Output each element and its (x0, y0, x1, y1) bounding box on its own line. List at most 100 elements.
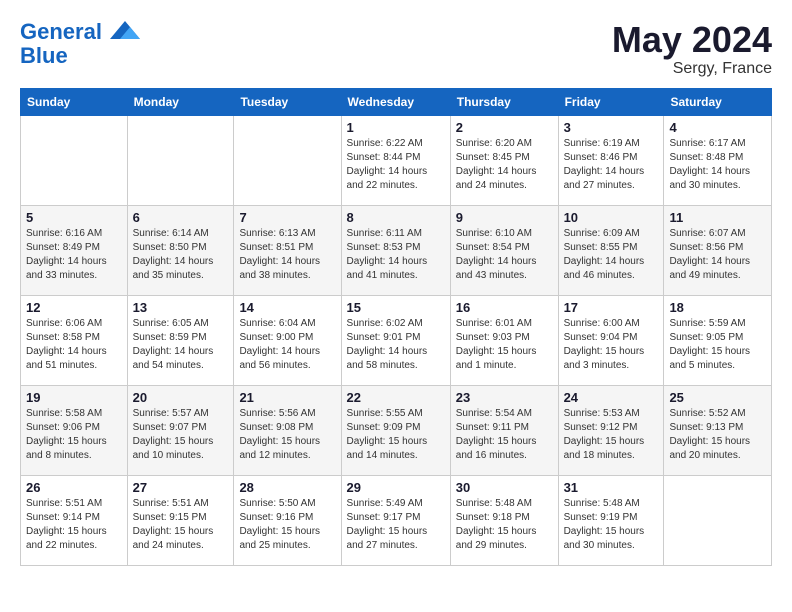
calendar-cell (234, 115, 341, 205)
weekday-header-row: SundayMondayTuesdayWednesdayThursdayFrid… (21, 88, 772, 115)
day-number: 23 (456, 390, 553, 405)
calendar-week-row: 1 Sunrise: 6:22 AMSunset: 8:44 PMDaylight… (21, 115, 772, 205)
day-number: 9 (456, 210, 553, 225)
calendar-cell: 17Sunrise: 6:00 AMSunset: 9:04 PMDayligh… (558, 295, 664, 385)
calendar-cell: 1 Sunrise: 6:22 AMSunset: 8:44 PMDaylight… (341, 115, 450, 205)
day-number: 8 (347, 210, 445, 225)
calendar-cell: 21Sunrise: 5:56 AMSunset: 9:08 PMDayligh… (234, 385, 341, 475)
calendar-cell: 29Sunrise: 5:49 AMSunset: 9:17 PMDayligh… (341, 475, 450, 565)
day-number: 12 (26, 300, 122, 315)
day-number: 28 (239, 480, 335, 495)
day-info: Sunrise: 6:07 AMSunset: 8:56 PMDaylight:… (669, 227, 766, 283)
day-number: 11 (669, 210, 766, 225)
day-number: 16 (456, 300, 553, 315)
calendar-cell: 24 Sunrise: 5:53 AMSunset: 9:12 PMDayligh… (558, 385, 664, 475)
day-info: Sunrise: 5:48 AMSunset: 9:18 PMDaylight:… (456, 497, 553, 553)
day-number: 4 (669, 120, 766, 135)
day-number: 2 (456, 120, 553, 135)
calendar-cell (21, 115, 128, 205)
day-info: Sunrise: 5:53 AMSunset: 9:12 PMDaylight:… (564, 407, 659, 463)
day-info: Sunrise: 6:16 AMSunset: 8:49 PMDaylight:… (26, 227, 122, 283)
month-title: May 2024 (612, 20, 772, 60)
day-number: 10 (564, 210, 659, 225)
calendar-cell: 14Sunrise: 6:04 AMSunset: 9:00 PMDayligh… (234, 295, 341, 385)
calendar-table: SundayMondayTuesdayWednesdayThursdayFrid… (20, 88, 772, 566)
day-number: 31 (564, 480, 659, 495)
calendar-cell: 15 Sunrise: 6:02 AMSunset: 9:01 PMDayligh… (341, 295, 450, 385)
day-info: Sunrise: 6:04 AMSunset: 9:00 PMDaylight:… (239, 317, 335, 373)
calendar-cell: 2 Sunrise: 6:20 AMSunset: 8:45 PMDaylight… (450, 115, 558, 205)
calendar-week-row: 5 Sunrise: 6:16 AMSunset: 8:49 PMDaylight… (21, 205, 772, 295)
day-number: 22 (347, 390, 445, 405)
day-info: Sunrise: 5:59 AMSunset: 9:05 PMDaylight:… (669, 317, 766, 373)
day-number: 5 (26, 210, 122, 225)
calendar-cell (664, 475, 772, 565)
calendar-cell: 4Sunrise: 6:17 AMSunset: 8:48 PMDaylight… (664, 115, 772, 205)
day-info: Sunrise: 5:51 AMSunset: 9:14 PMDaylight:… (26, 497, 122, 553)
calendar-cell: 22 Sunrise: 5:55 AMSunset: 9:09 PMDayligh… (341, 385, 450, 475)
day-info: Sunrise: 6:10 AMSunset: 8:54 PMDaylight:… (456, 227, 553, 283)
weekday-header-saturday: Saturday (664, 88, 772, 115)
logo-blue: Blue (20, 43, 68, 68)
day-info: Sunrise: 5:52 AMSunset: 9:13 PMDaylight:… (669, 407, 766, 463)
calendar-cell (127, 115, 234, 205)
day-info: Sunrise: 6:22 AMSunset: 8:44 PMDaylight:… (347, 137, 445, 193)
day-info: Sunrise: 5:50 AMSunset: 9:16 PMDaylight:… (239, 497, 335, 553)
day-info: Sunrise: 6:20 AMSunset: 8:45 PMDaylight:… (456, 137, 553, 193)
calendar-cell: 7 Sunrise: 6:13 AMSunset: 8:51 PMDaylight… (234, 205, 341, 295)
calendar-cell: 25 Sunrise: 5:52 AMSunset: 9:13 PMDayligh… (664, 385, 772, 475)
day-number: 25 (669, 390, 766, 405)
day-info: Sunrise: 6:02 AMSunset: 9:01 PMDaylight:… (347, 317, 445, 373)
day-info: Sunrise: 5:49 AMSunset: 9:17 PMDaylight:… (347, 497, 445, 553)
calendar-cell: 20Sunrise: 5:57 AMSunset: 9:07 PMDayligh… (127, 385, 234, 475)
day-info: Sunrise: 5:54 AMSunset: 9:11 PMDaylight:… (456, 407, 553, 463)
calendar-cell: 18 Sunrise: 5:59 AMSunset: 9:05 PMDayligh… (664, 295, 772, 385)
day-number: 13 (133, 300, 229, 315)
calendar-week-row: 12Sunrise: 6:06 AMSunset: 8:58 PMDayligh… (21, 295, 772, 385)
day-number: 1 (347, 120, 445, 135)
calendar-cell: 31 Sunrise: 5:48 AMSunset: 9:19 PMDayligh… (558, 475, 664, 565)
calendar-body: 1 Sunrise: 6:22 AMSunset: 8:44 PMDaylight… (21, 115, 772, 565)
page-header: General Blue May 2024 Sergy, France (20, 20, 772, 78)
day-info: Sunrise: 5:51 AMSunset: 9:15 PMDaylight:… (133, 497, 229, 553)
day-info: Sunrise: 6:01 AMSunset: 9:03 PMDaylight:… (456, 317, 553, 373)
calendar-cell: 26 Sunrise: 5:51 AMSunset: 9:14 PMDayligh… (21, 475, 128, 565)
location: Sergy, France (612, 60, 772, 78)
day-number: 20 (133, 390, 229, 405)
day-number: 30 (456, 480, 553, 495)
weekday-header-tuesday: Tuesday (234, 88, 341, 115)
day-info: Sunrise: 6:05 AMSunset: 8:59 PMDaylight:… (133, 317, 229, 373)
day-info: Sunrise: 6:13 AMSunset: 8:51 PMDaylight:… (239, 227, 335, 283)
day-info: Sunrise: 5:55 AMSunset: 9:09 PMDaylight:… (347, 407, 445, 463)
weekday-header-monday: Monday (127, 88, 234, 115)
logo-icon (110, 21, 140, 39)
day-number: 6 (133, 210, 229, 225)
calendar-cell: 23 Sunrise: 5:54 AMSunset: 9:11 PMDayligh… (450, 385, 558, 475)
calendar-cell: 27Sunrise: 5:51 AMSunset: 9:15 PMDayligh… (127, 475, 234, 565)
calendar-cell: 5 Sunrise: 6:16 AMSunset: 8:49 PMDaylight… (21, 205, 128, 295)
day-info: Sunrise: 6:19 AMSunset: 8:46 PMDaylight:… (564, 137, 659, 193)
day-number: 19 (26, 390, 122, 405)
day-number: 3 (564, 120, 659, 135)
day-info: Sunrise: 6:14 AMSunset: 8:50 PMDaylight:… (133, 227, 229, 283)
calendar-cell: 11 Sunrise: 6:07 AMSunset: 8:56 PMDayligh… (664, 205, 772, 295)
logo-text: General (20, 20, 140, 44)
day-info: Sunrise: 5:56 AMSunset: 9:08 PMDaylight:… (239, 407, 335, 463)
calendar-week-row: 26 Sunrise: 5:51 AMSunset: 9:14 PMDayligh… (21, 475, 772, 565)
day-number: 18 (669, 300, 766, 315)
day-info: Sunrise: 5:48 AMSunset: 9:19 PMDaylight:… (564, 497, 659, 553)
day-number: 7 (239, 210, 335, 225)
title-area: May 2024 Sergy, France (612, 20, 772, 78)
day-number: 15 (347, 300, 445, 315)
calendar-cell: 8Sunrise: 6:11 AMSunset: 8:53 PMDaylight… (341, 205, 450, 295)
day-number: 26 (26, 480, 122, 495)
day-number: 17 (564, 300, 659, 315)
calendar-cell: 10 Sunrise: 6:09 AMSunset: 8:55 PMDayligh… (558, 205, 664, 295)
calendar-cell: 3 Sunrise: 6:19 AMSunset: 8:46 PMDaylight… (558, 115, 664, 205)
calendar-cell: 9 Sunrise: 6:10 AMSunset: 8:54 PMDaylight… (450, 205, 558, 295)
day-info: Sunrise: 6:09 AMSunset: 8:55 PMDaylight:… (564, 227, 659, 283)
day-number: 24 (564, 390, 659, 405)
calendar-cell: 30 Sunrise: 5:48 AMSunset: 9:18 PMDayligh… (450, 475, 558, 565)
calendar-cell: 19 Sunrise: 5:58 AMSunset: 9:06 PMDayligh… (21, 385, 128, 475)
day-info: Sunrise: 5:58 AMSunset: 9:06 PMDaylight:… (26, 407, 122, 463)
